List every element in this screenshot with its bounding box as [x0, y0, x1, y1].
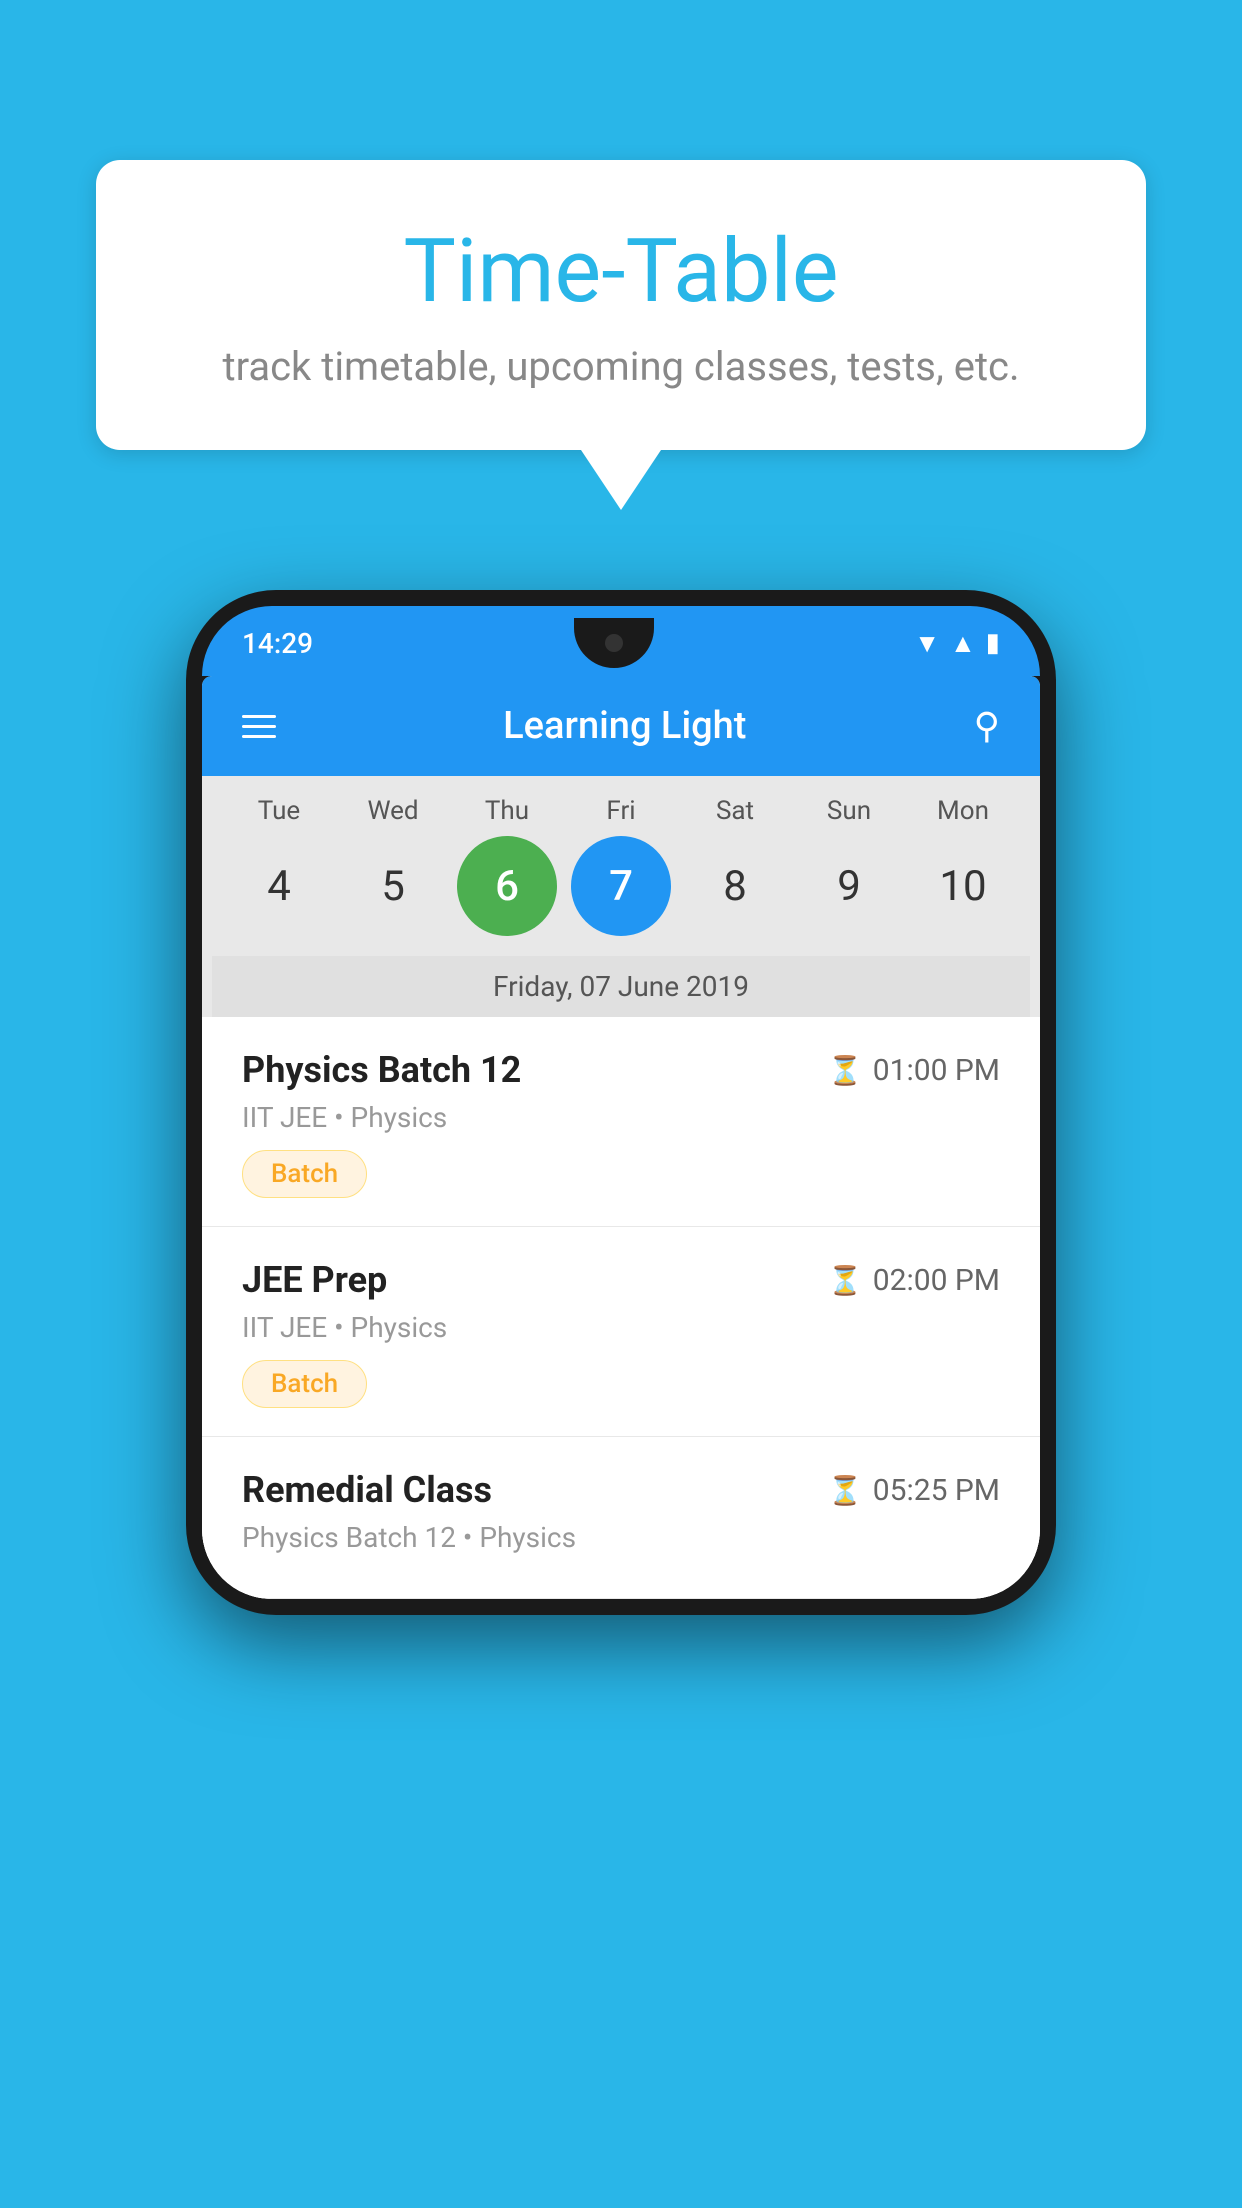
phone-mockup: 14:29 ▼ ▲ ▮ Learning Light ⚲ — [186, 590, 1056, 1615]
date-4[interactable]: 4 — [229, 836, 329, 936]
batch-badge-2: Batch — [242, 1360, 367, 1408]
date-9[interactable]: 9 — [799, 836, 899, 936]
speech-bubble-card: Time-Table track timetable, upcoming cla… — [96, 160, 1146, 450]
schedule-list: Physics Batch 12 ⏳ 01:00 PM IIT JEE • Ph… — [202, 1017, 1040, 1599]
clock-icon-1: ⏳ — [828, 1054, 863, 1087]
app-header: Learning Light ⚲ — [202, 676, 1040, 776]
calendar-week: Tue Wed Thu Fri Sat Sun Mon 4 5 6 7 8 9 … — [202, 776, 1040, 1017]
time-value-1: 01:00 PM — [873, 1053, 1000, 1088]
status-time: 14:29 — [242, 627, 313, 660]
week-days-header: Tue Wed Thu Fri Sat Sun Mon — [212, 796, 1030, 836]
clock-icon-2: ⏳ — [828, 1264, 863, 1297]
clock-icon-3: ⏳ — [828, 1474, 863, 1507]
phone-screen: Learning Light ⚲ Tue Wed Thu Fri Sat Sun… — [202, 676, 1040, 1599]
wifi-icon: ▼ — [914, 628, 940, 659]
camera-dot — [605, 634, 623, 652]
day-label-fri: Fri — [571, 796, 671, 826]
speech-bubble-tail — [581, 450, 661, 510]
schedule-time-1: ⏳ 01:00 PM — [828, 1053, 1000, 1088]
date-6-today[interactable]: 6 — [457, 836, 557, 936]
schedule-item-2[interactable]: JEE Prep ⏳ 02:00 PM IIT JEE • Physics Ba… — [202, 1227, 1040, 1437]
day-label-tue: Tue — [229, 796, 329, 826]
schedule-time-2: ⏳ 02:00 PM — [828, 1263, 1000, 1298]
schedule-subtitle-1: IIT JEE • Physics — [242, 1101, 1000, 1134]
schedule-subtitle-3: Physics Batch 12 • Physics — [242, 1521, 1000, 1554]
date-7-selected[interactable]: 7 — [571, 836, 671, 936]
date-10[interactable]: 10 — [913, 836, 1013, 936]
speech-bubble-section: Time-Table track timetable, upcoming cla… — [96, 160, 1146, 510]
day-label-mon: Mon — [913, 796, 1013, 826]
speech-bubble-subtitle: track timetable, upcoming classes, tests… — [176, 343, 1066, 390]
speech-bubble-title: Time-Table — [176, 220, 1066, 323]
week-dates: 4 5 6 7 8 9 10 — [212, 836, 1030, 956]
phone-frame: 14:29 ▼ ▲ ▮ Learning Light ⚲ — [186, 590, 1056, 1615]
date-5[interactable]: 5 — [343, 836, 443, 936]
signal-icon: ▲ — [950, 628, 976, 659]
day-label-thu: Thu — [457, 796, 557, 826]
app-title: Learning Light — [276, 704, 974, 748]
schedule-subtitle-2: IIT JEE • Physics — [242, 1311, 1000, 1344]
phone-notch — [574, 618, 654, 668]
time-value-3: 05:25 PM — [873, 1473, 1000, 1508]
menu-icon[interactable] — [242, 715, 276, 738]
date-8[interactable]: 8 — [685, 836, 785, 936]
schedule-item-1[interactable]: Physics Batch 12 ⏳ 01:00 PM IIT JEE • Ph… — [202, 1017, 1040, 1227]
battery-icon: ▮ — [986, 628, 1000, 658]
schedule-time-3: ⏳ 05:25 PM — [828, 1473, 1000, 1508]
schedule-title-1: Physics Batch 12 — [242, 1049, 521, 1091]
schedule-title-3: Remedial Class — [242, 1469, 492, 1511]
day-label-sun: Sun — [799, 796, 899, 826]
time-value-2: 02:00 PM — [873, 1263, 1000, 1298]
schedule-item-3[interactable]: Remedial Class ⏳ 05:25 PM Physics Batch … — [202, 1437, 1040, 1599]
batch-badge-1: Batch — [242, 1150, 367, 1198]
schedule-title-2: JEE Prep — [242, 1259, 387, 1301]
phone-status-bar: 14:29 ▼ ▲ ▮ — [202, 606, 1040, 676]
day-label-wed: Wed — [343, 796, 443, 826]
day-label-sat: Sat — [685, 796, 785, 826]
status-icons: ▼ ▲ ▮ — [914, 628, 1000, 659]
selected-date-label: Friday, 07 June 2019 — [212, 956, 1030, 1017]
search-icon[interactable]: ⚲ — [974, 705, 1000, 747]
